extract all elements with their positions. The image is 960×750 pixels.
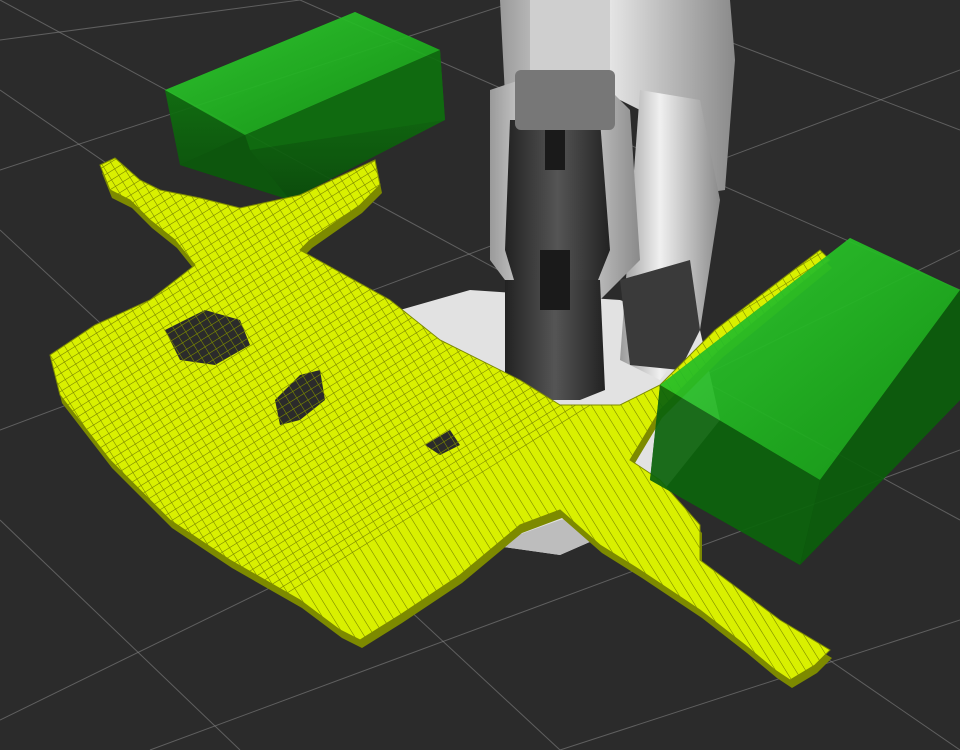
green-box-back [165,12,445,200]
rviz-3d-viewport[interactable] [0,0,960,750]
